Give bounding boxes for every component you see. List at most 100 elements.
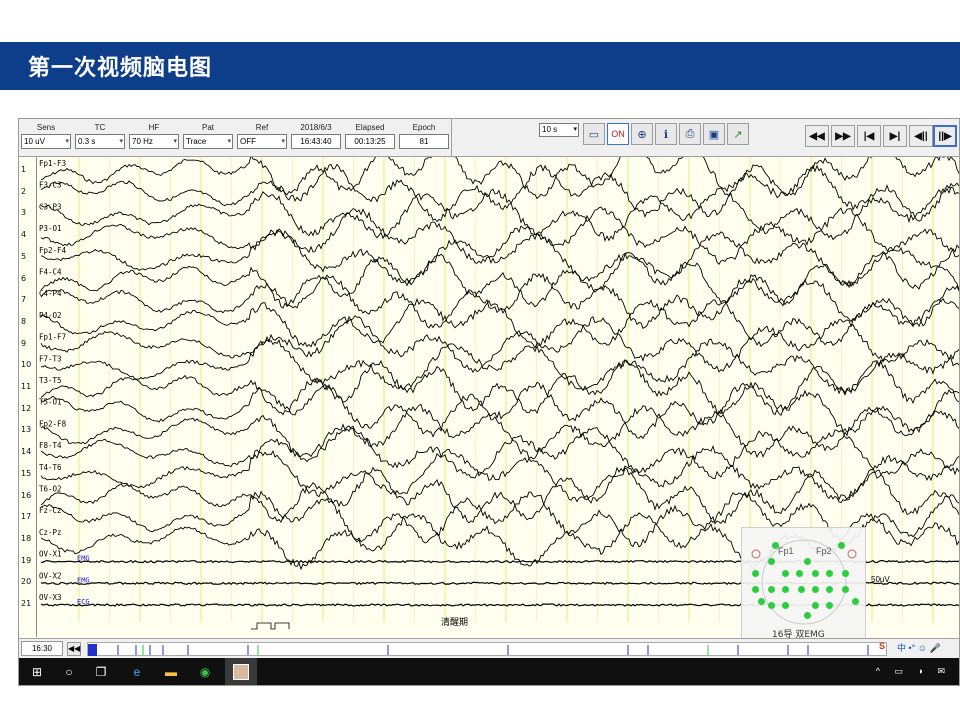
electrode-dot [812, 586, 819, 593]
electrode-dot [826, 586, 833, 593]
slide-title-bar: 第一次视频脑电图 [0, 42, 960, 90]
event-marker [251, 622, 290, 630]
montage-diagram: Fp1 Fp2 16导 双EMG [741, 527, 866, 643]
epoch-length-select[interactable]: 10 s ▾ [539, 123, 579, 137]
chevron-down-icon: ▾ [227, 138, 231, 145]
channel-label: OV-X1 [39, 550, 62, 559]
scale-label: 50uV [871, 575, 890, 584]
event-timeline[interactable] [87, 642, 887, 656]
trend-icon[interactable]: ↗ [727, 123, 749, 145]
ref-control[interactable]: Ref OFF ▾ [237, 121, 287, 149]
sens-control[interactable]: Sens 10 uV ▾ [21, 121, 71, 149]
electrode-dot [826, 602, 833, 609]
electrode-dot [758, 598, 765, 605]
row-number: 18 [21, 533, 32, 543]
search-icon[interactable]: ○ [61, 664, 77, 680]
aux-channel-tag: EMG [77, 555, 90, 563]
edge-browser-icon[interactable]: e [129, 664, 145, 680]
electrode-dot [852, 598, 859, 605]
go-end-button[interactable]: ▶| [883, 125, 907, 147]
row-number: 21 [21, 599, 32, 608]
row-number: 10 [21, 360, 32, 370]
hf-select[interactable]: 70 Hz ▾ [129, 134, 179, 149]
channel-label: T4-T6 [39, 463, 62, 472]
channel-label: OV-X2 [39, 571, 62, 580]
channel-trace [40, 315, 959, 374]
hf-control[interactable]: HF 70 Hz ▾ [129, 121, 179, 149]
electrode-dot [782, 602, 789, 609]
save-icon[interactable]: ▭ [583, 123, 605, 145]
fast-forward-button[interactable]: ▶▶ [831, 125, 855, 147]
wechat-icon[interactable]: ◉ [197, 664, 213, 680]
channel-label: P3-O1 [39, 224, 62, 233]
row-number: 3 [21, 208, 27, 218]
go-start-button[interactable]: |◀ [857, 125, 881, 147]
rewind-icon[interactable]: ◀◀ [67, 642, 81, 656]
timeline-cursor [88, 644, 97, 656]
row-number: 4 [21, 230, 27, 240]
row-number-column: 1 2 3 4 5 6 7 8 9 10 11 12 13 14 15 16 17 18 19 20 21 [19, 157, 37, 637]
electrode-dot [752, 570, 759, 577]
clock-value: 16:43:40 [291, 134, 341, 149]
event-label: 清醒期 [441, 616, 468, 628]
pat-control[interactable]: Pat Trace ▾ [183, 121, 233, 149]
chevron-down-icon: ▾ [173, 138, 177, 145]
electrode-dot [812, 602, 819, 609]
eeg-app-taskbar-button[interactable] [225, 658, 257, 685]
channel-label: Fz-Cz [39, 506, 62, 515]
time-field[interactable]: 16:30 [21, 641, 63, 656]
channel-label: Fp1-F3 [39, 159, 66, 168]
tc-control[interactable]: TC 0.3 s ▾ [75, 121, 125, 149]
electrode-dot [768, 602, 775, 609]
electrode-dot [804, 558, 811, 565]
electrode-dot [838, 542, 845, 549]
row-number: 20 [21, 577, 32, 587]
epoch-value: 81 [399, 134, 449, 149]
toolbar-divider [451, 119, 452, 157]
photo-icon[interactable]: ▣ [703, 123, 725, 145]
step-forward-button[interactable]: ||▶ [933, 125, 957, 147]
ime-status[interactable]: 中 •° ☺ 🎤 [897, 641, 941, 654]
windows-start-icon[interactable]: ⊞ [29, 664, 45, 680]
electrode-dot [796, 570, 803, 577]
row-number: 16 [21, 490, 32, 500]
print-icon[interactable]: ⎙ [679, 123, 701, 145]
electrode-dot [842, 586, 849, 593]
channel-label: OV-X3 [39, 593, 62, 602]
electrode-dot [768, 558, 775, 565]
ref-select[interactable]: OFF ▾ [237, 134, 287, 149]
patient-info-icon[interactable]: ℹ [655, 123, 677, 145]
channel-trace [40, 381, 959, 440]
pat-select[interactable]: Trace ▾ [183, 134, 233, 149]
tc-select[interactable]: 0.3 s ▾ [75, 134, 125, 149]
system-tray-icons[interactable]: ^ ▭ ◑ ✉ [876, 666, 951, 677]
date-label: 2018/6/3 [300, 123, 332, 132]
fast-back-button[interactable]: ◀◀ [805, 125, 829, 147]
task-view-icon[interactable]: ❐ [93, 664, 109, 680]
sens-select[interactable]: 10 uV ▾ [21, 134, 71, 149]
chevron-down-icon: ▾ [119, 138, 123, 145]
ime-brand-icon[interactable]: S [879, 641, 885, 651]
eeg-app-icon [233, 664, 249, 680]
step-back-button[interactable]: ◀|| [909, 125, 933, 147]
file-explorer-icon[interactable]: ▬ [163, 664, 179, 680]
row-number: 7 [21, 295, 27, 305]
elapsed-display: Elapsed 00:13:25 [345, 121, 395, 149]
row-number: 6 [21, 273, 27, 283]
hf-label: HF [148, 123, 160, 132]
channel-trace [40, 206, 959, 265]
status-bar: 16:30 ◀◀ S 中 •° ☺ 🎤 [19, 638, 959, 658]
epoch-label: Epoch [412, 123, 436, 132]
row-number: 2 [21, 186, 27, 196]
channel-label: T3-T5 [39, 376, 62, 385]
row-number: 17 [21, 512, 32, 522]
electrode-map-icon[interactable]: ⊕ [631, 123, 653, 145]
eeg-viewer-window: Sens 10 uV ▾ TC 0.3 s ▾ HF 70 Hz ▾ Pat Trac… [18, 118, 960, 686]
row-number: 13 [21, 425, 32, 435]
chevron-down-icon: ▾ [65, 138, 69, 145]
pat-label: Pat [201, 123, 214, 132]
electrode-dot [782, 570, 789, 577]
montage-on-icon[interactable]: ON [607, 123, 629, 145]
channel-trace [40, 228, 959, 288]
fp2-label: Fp2 [816, 546, 832, 556]
